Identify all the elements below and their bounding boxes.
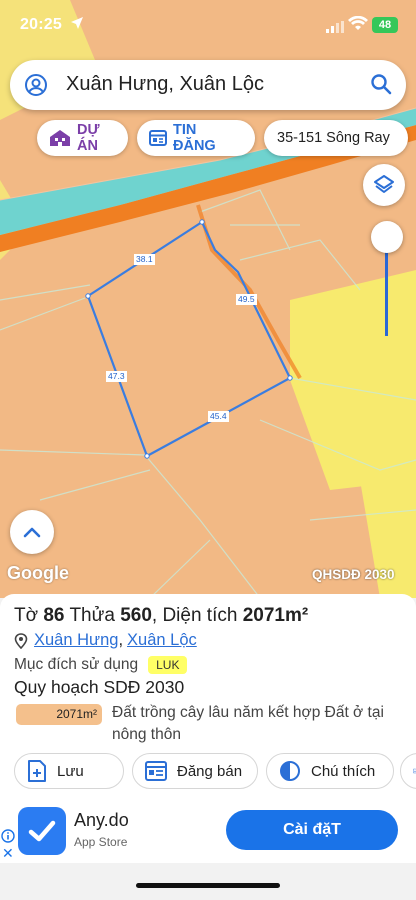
status-bar: 20:25 48	[0, 0, 416, 50]
listing-icon	[149, 130, 167, 146]
status-time: 20:25	[20, 16, 62, 33]
legend-button[interactable]: Chú thích	[266, 753, 394, 789]
home-bar-area	[0, 863, 416, 900]
purpose-code-badge: LUK	[148, 656, 188, 674]
parcel-headline: Tờ 86 Thửa 560, Diện tích 2071m²	[14, 605, 309, 626]
install-button[interactable]: Cài đặT	[226, 810, 398, 850]
opacity-slider-handle[interactable]	[371, 221, 403, 253]
info-icon[interactable]	[1, 829, 15, 843]
chip-location[interactable]: 35-151 Sông Ray	[264, 120, 408, 156]
ad-store: App Store	[74, 835, 128, 849]
save-button[interactable]: Lưu	[14, 753, 124, 789]
location-pin-icon	[14, 632, 28, 649]
app-icon[interactable]	[18, 807, 66, 855]
plan-area-badge: 2071m²	[16, 704, 102, 725]
sheet-number: 86	[43, 605, 65, 626]
battery-indicator: 48	[372, 17, 398, 33]
ad-banner[interactable]: ✕ Any.do App Store Cài đặT	[0, 803, 416, 863]
dimension-label: 47.3	[106, 371, 127, 382]
lot-label: Thửa	[69, 605, 115, 626]
legend-label: Chú thích	[311, 762, 376, 780]
chip-tin-dang-label: TIN ĐĂNG	[173, 122, 216, 154]
search-icon[interactable]	[370, 73, 392, 95]
sheet-label: Tờ	[14, 605, 39, 626]
home-indicator[interactable]	[136, 883, 280, 888]
search-bar[interactable]: Xuân Hưng, Xuân Lộc	[10, 60, 406, 110]
save-label: Lưu	[57, 762, 84, 780]
search-title[interactable]: Xuân Hưng, Xuân Lộc	[66, 73, 264, 96]
overlay-label: QHSDĐ 2030	[312, 567, 395, 582]
purpose-label: Mục đích sử dụng	[14, 656, 139, 673]
chip-du-an[interactable]: DỰ ÁN	[37, 120, 128, 156]
listing-icon	[145, 761, 167, 781]
parcel-location: Xuân Hưng, Xuân Lộc	[14, 631, 197, 650]
add-document-icon	[28, 760, 46, 782]
more-action-button[interactable]	[400, 753, 416, 789]
google-logo: Google	[7, 563, 69, 583]
chip-du-an-label: DỰ ÁN	[77, 122, 100, 154]
dimension-label: 49.5	[236, 294, 257, 305]
layers-button[interactable]	[363, 164, 405, 206]
area-label: Diện tích	[162, 605, 238, 626]
signal-icon	[326, 21, 344, 33]
district-link[interactable]: Xuân Lộc	[127, 631, 197, 650]
checkmark-icon	[28, 820, 56, 842]
wifi-icon	[348, 16, 368, 30]
plan-description: Đất trồng cây lâu năm kết hợp Đất ở tại …	[112, 704, 384, 743]
chevron-up-icon	[23, 527, 41, 538]
layers-icon	[374, 175, 394, 193]
expand-up-button[interactable]	[10, 510, 54, 554]
dimension-label: 45.4	[208, 411, 229, 422]
chip-location-label: 35-151 Sông Ray	[277, 130, 390, 146]
dimension-label: 38.1	[134, 254, 155, 265]
post-label: Đăng bán	[177, 762, 243, 780]
area-value: 2071m²	[242, 605, 309, 626]
commune-link[interactable]: Xuân Hưng	[34, 631, 118, 650]
user-icon[interactable]	[24, 73, 48, 97]
lot-number: 560	[120, 605, 152, 626]
close-icon[interactable]: ✕	[2, 846, 14, 860]
ad-app-name[interactable]: Any.do	[74, 810, 129, 831]
building-icon	[50, 130, 70, 146]
land-purpose: Mục đích sử dụng LUK	[14, 656, 188, 674]
opacity-slider-track[interactable]	[385, 252, 388, 336]
chip-tin-dang[interactable]: TIN ĐĂNG	[137, 120, 255, 156]
post-sale-button[interactable]: Đăng bán	[132, 753, 258, 789]
action-row: Lưu Đăng bán Chú thích	[14, 753, 416, 789]
location-arrow-icon	[71, 17, 83, 29]
plan-title: Quy hoạch SDĐ 2030	[14, 677, 185, 697]
contrast-icon	[280, 761, 300, 781]
